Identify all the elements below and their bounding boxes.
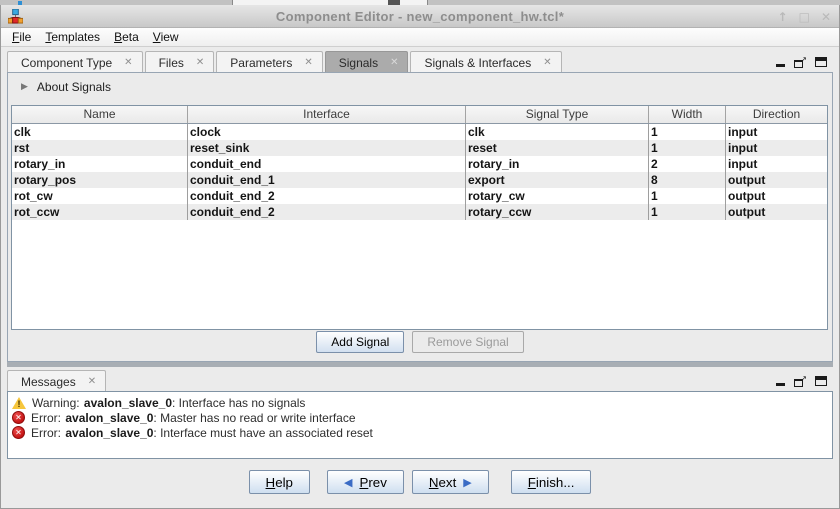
remove-signal-button[interactable]: Remove Signal [412, 331, 523, 353]
table-row[interactable]: rot_cw conduit_end_2 rotary_cw 1 output [12, 188, 827, 204]
tab-component-type[interactable]: Component Type ✕ [7, 51, 143, 73]
maximize-button[interactable]: □ [799, 11, 810, 23]
messages-panel: ! Warning: avalon_slave_0: Interface has… [7, 391, 833, 459]
wizard-nav: Help ◀Prev Next▶ Finish... [1, 470, 839, 494]
shade-button[interactable]: ↑ [778, 11, 788, 23]
message-error[interactable]: ✕ Error: avalon_slave_0: Master has no r… [12, 410, 828, 425]
editor-dock-controls: ↗ [776, 54, 827, 70]
panel-float-icon[interactable]: ↗ [794, 57, 806, 68]
messages-dock-controls: ↗ [776, 373, 827, 389]
tab-parameters[interactable]: Parameters ✕ [216, 51, 322, 73]
prev-button[interactable]: ◀Prev [327, 470, 404, 494]
signals-panel: ▶ About Signals Name Interface Signal Ty… [7, 72, 833, 362]
finish-button[interactable]: Finish... [511, 470, 592, 494]
warning-icon: ! [12, 397, 26, 409]
signals-table: Name Interface Signal Type Width Directi… [11, 105, 828, 330]
message-warning[interactable]: ! Warning: avalon_slave_0: Interface has… [12, 395, 828, 410]
panel-minimize-icon[interactable] [776, 64, 785, 67]
window-title: Component Editor - new_component_hw.tcl* [1, 9, 839, 24]
column-header-direction[interactable]: Direction [726, 106, 827, 123]
message-error[interactable]: ✕ Error: avalon_slave_0: Interface must … [12, 425, 828, 440]
tab-files[interactable]: Files ✕ [145, 51, 215, 73]
screen: Component Editor - new_component_hw.tcl*… [0, 0, 840, 509]
column-header-signal-type[interactable]: Signal Type [466, 106, 649, 123]
panel-maximize-icon[interactable] [815, 57, 827, 67]
table-button-row: Add Signal Remove Signal [8, 331, 832, 353]
tab-messages[interactable]: Messages ✕ [7, 370, 106, 392]
disclosure-arrow-icon[interactable]: ▶ [21, 82, 28, 92]
table-row[interactable]: rotary_pos conduit_end_1 export 8 output [12, 172, 827, 188]
menubar: File Templates Beta View [1, 28, 839, 47]
editor-tab-bar: Component Type ✕ Files ✕ Parameters ✕ Si… [7, 51, 833, 73]
close-button[interactable]: ✕ [821, 11, 831, 23]
error-icon: ✕ [12, 411, 25, 424]
panel-splitter[interactable] [7, 362, 833, 367]
table-row[interactable]: rst reset_sink reset 1 input [12, 140, 827, 156]
column-header-width[interactable]: Width [649, 106, 726, 123]
menu-view[interactable]: View [146, 29, 186, 45]
tab-close-icon[interactable]: ✕ [196, 58, 204, 68]
menu-beta[interactable]: Beta [107, 29, 146, 45]
about-signals-disclosure[interactable]: ▶ About Signals [8, 73, 832, 100]
add-signal-button[interactable]: Add Signal [316, 331, 404, 353]
tab-signals-interfaces[interactable]: Signals & Interfaces ✕ [410, 51, 561, 73]
panel-maximize-icon[interactable] [815, 376, 827, 386]
signals-table-header: Name Interface Signal Type Width Directi… [12, 106, 827, 124]
about-signals-label: About Signals [37, 80, 111, 94]
tab-close-icon[interactable]: ✕ [88, 377, 96, 387]
help-button[interactable]: Help [249, 470, 310, 494]
column-header-name[interactable]: Name [12, 106, 188, 123]
tab-signals[interactable]: Signals ✕ [325, 51, 409, 73]
table-row[interactable]: clk clock clk 1 input [12, 124, 827, 140]
tab-close-icon[interactable]: ✕ [304, 58, 312, 68]
table-row[interactable]: rot_ccw conduit_end_2 rotary_ccw 1 outpu… [12, 204, 827, 220]
tab-close-icon[interactable]: ✕ [543, 58, 551, 68]
window-controls: ↑ □ ✕ [778, 5, 831, 28]
column-header-interface[interactable]: Interface [188, 106, 466, 123]
panel-minimize-icon[interactable] [776, 383, 785, 386]
tab-close-icon[interactable]: ✕ [124, 58, 132, 68]
menu-file[interactable]: File [5, 29, 38, 45]
component-editor-app-icon [8, 9, 23, 24]
prev-arrow-icon: ◀ [344, 476, 352, 489]
window-content: Component Type ✕ Files ✕ Parameters ✕ Si… [1, 47, 839, 508]
messages-tab-bar: Messages ✕ ↗ [7, 370, 833, 392]
menu-templates[interactable]: Templates [38, 29, 107, 45]
titlebar[interactable]: Component Editor - new_component_hw.tcl*… [1, 5, 839, 28]
next-arrow-icon: ▶ [463, 476, 471, 489]
table-row[interactable]: rotary_in conduit_end rotary_in 2 input [12, 156, 827, 172]
tab-close-icon[interactable]: ✕ [390, 58, 398, 68]
next-button[interactable]: Next▶ [412, 470, 489, 494]
component-editor-window: Component Editor - new_component_hw.tcl*… [0, 5, 840, 509]
error-icon: ✕ [12, 426, 25, 439]
panel-float-icon[interactable]: ↗ [794, 376, 806, 387]
